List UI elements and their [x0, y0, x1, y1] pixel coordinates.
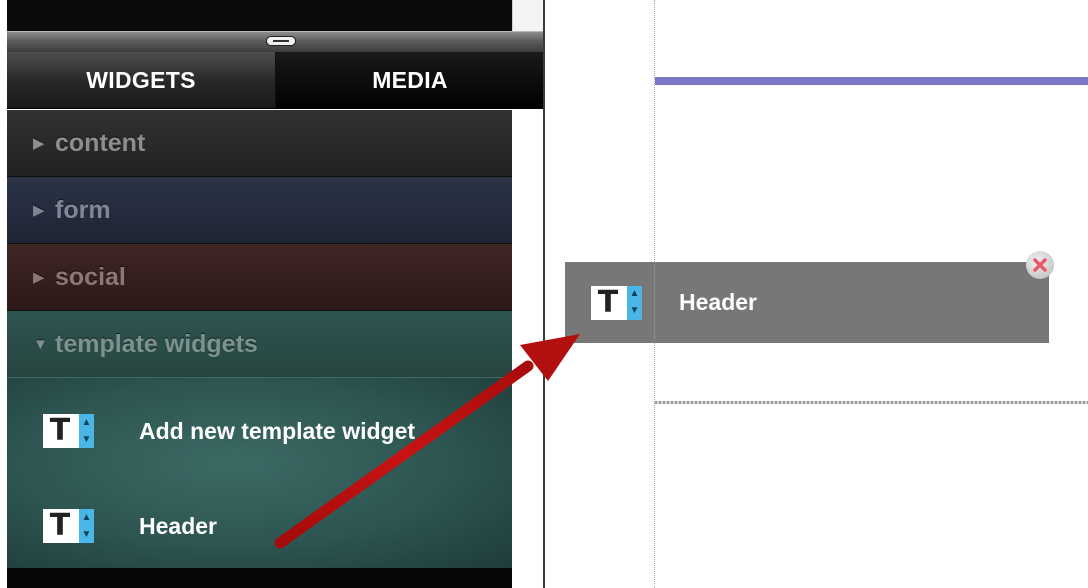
- widget-categories: ▶ content ▶ form ▶ social ▼ template wid…: [7, 110, 512, 378]
- splitter-grip-handle[interactable]: [266, 36, 296, 46]
- panel-top-area: [7, 0, 512, 32]
- panel-tabs: WIDGETS MEDIA: [7, 52, 545, 109]
- expand-arrow-icon: ▶: [33, 269, 45, 286]
- expand-arrow-icon: ▶: [33, 202, 45, 219]
- category-form[interactable]: ▶ form: [7, 177, 512, 244]
- collapse-arrow-icon: ▼: [33, 335, 48, 353]
- dragged-widget-label: Header: [679, 289, 757, 315]
- tab-widgets[interactable]: WIDGETS: [7, 52, 276, 108]
- template-widget-list: T ▲ ▼ Add new template widget T ▲ ▼ Header: [7, 378, 512, 568]
- header-rule: [655, 77, 1088, 85]
- panel-scroll-gutter: [512, 0, 546, 32]
- panel-splitter[interactable]: [7, 31, 545, 53]
- category-label: content: [55, 128, 146, 157]
- category-label: form: [55, 195, 111, 224]
- panel-footer: [7, 568, 512, 588]
- widget-panel: WIDGETS MEDIA ▶ content ▶ form ▶ social …: [0, 0, 546, 588]
- category-template-widgets[interactable]: ▼ template widgets: [7, 311, 512, 378]
- text-widget-icon: T ▲ ▼: [43, 414, 94, 448]
- category-label: template widgets: [55, 329, 258, 358]
- dragged-header-widget[interactable]: T ▲ ▼ Header: [565, 262, 1049, 343]
- text-widget-icon: T ▲ ▼: [591, 285, 642, 320]
- category-content[interactable]: ▶ content: [7, 110, 512, 177]
- tab-media[interactable]: MEDIA: [276, 52, 544, 108]
- category-social[interactable]: ▶ social: [7, 244, 512, 311]
- template-item-label: Header: [139, 512, 217, 539]
- drop-zone-guide: [655, 401, 1088, 404]
- category-label: social: [55, 262, 126, 291]
- text-widget-icon: T ▲ ▼: [43, 509, 94, 543]
- close-button[interactable]: [1026, 251, 1054, 279]
- expand-arrow-icon: ▶: [33, 135, 45, 152]
- add-new-template-widget-item[interactable]: T ▲ ▼ Add new template widget: [43, 414, 415, 448]
- close-icon: [1033, 258, 1047, 272]
- layout-guide-overlay: [654, 262, 655, 343]
- header-template-item[interactable]: T ▲ ▼ Header: [43, 509, 217, 543]
- template-item-label: Add new template widget: [139, 417, 416, 444]
